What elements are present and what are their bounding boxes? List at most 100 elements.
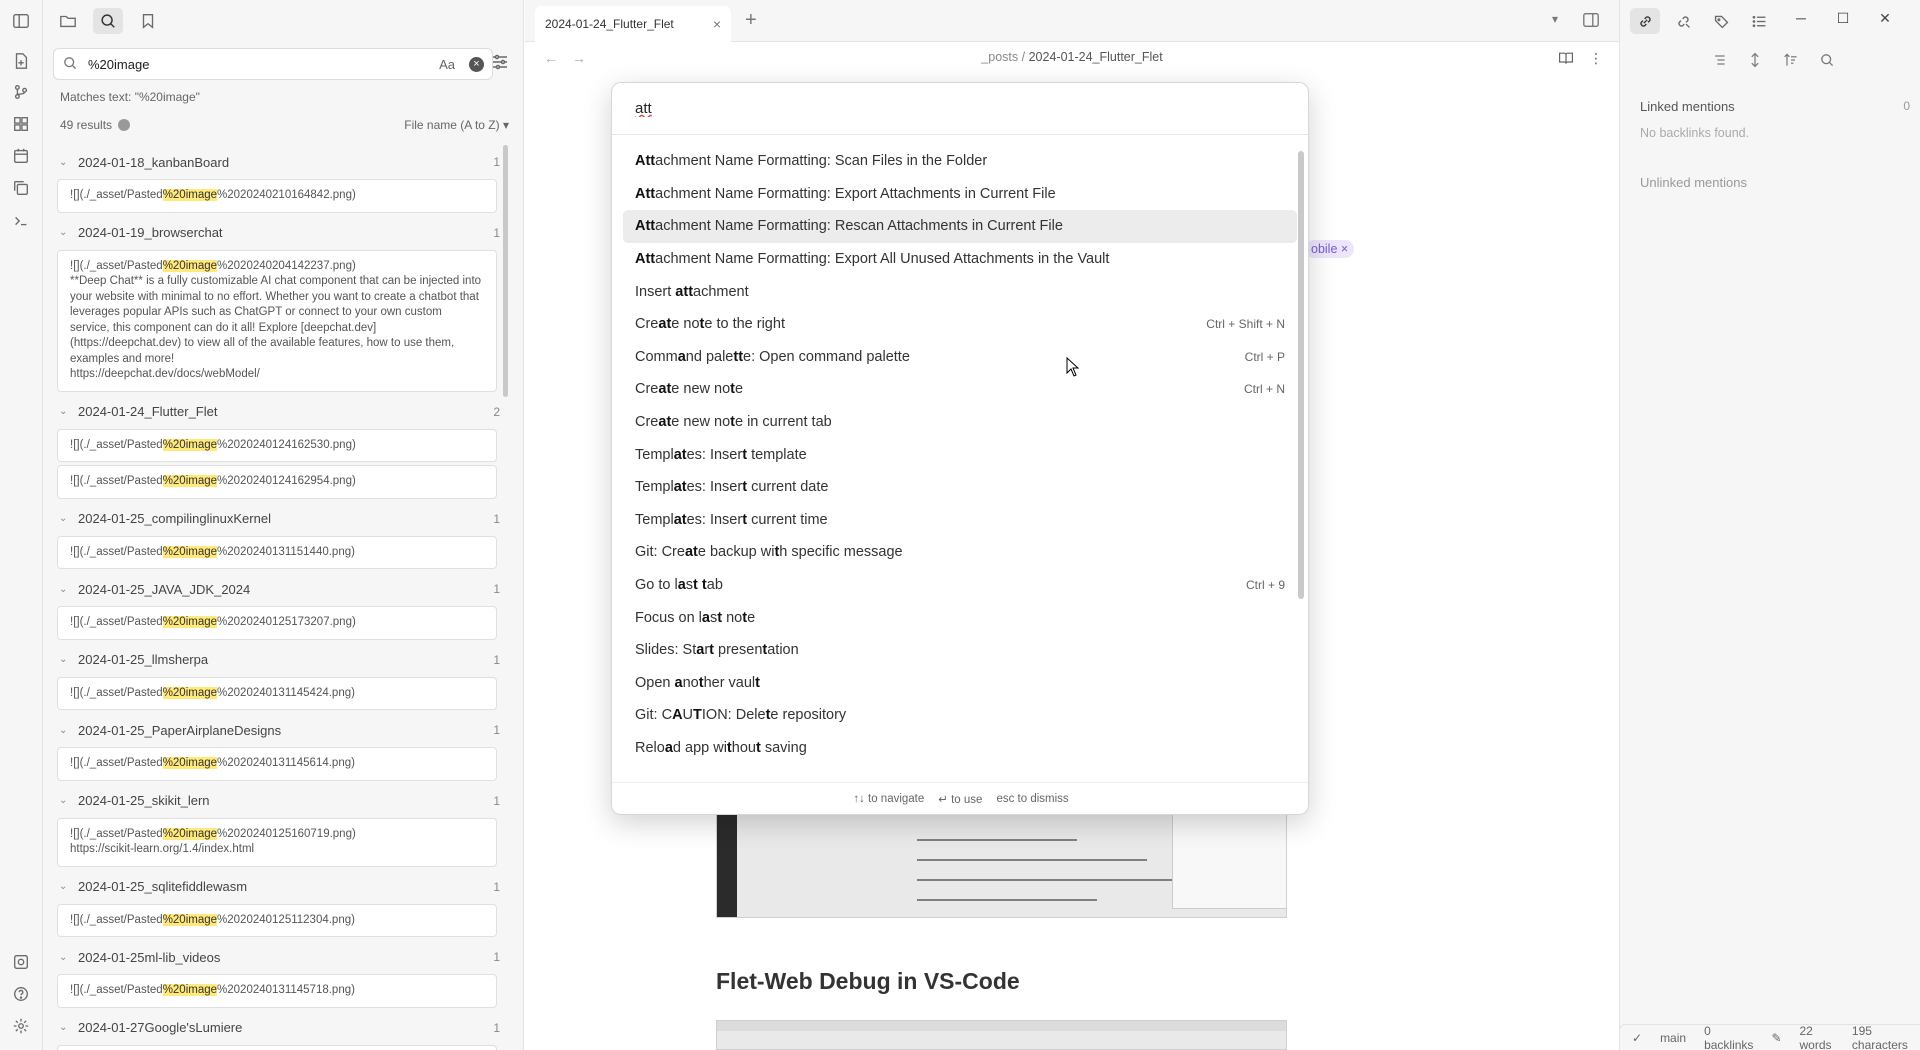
search-icon[interactable] xyxy=(1819,52,1835,71)
reading-view-icon[interactable] xyxy=(1558,50,1574,69)
bookmark-icon[interactable] xyxy=(133,8,163,34)
command-suggestion[interactable]: Reload app without saving xyxy=(623,732,1297,765)
search-match[interactable]: ![](./_asset/Pasted%20image%202024013114… xyxy=(57,1044,497,1050)
command-suggestion[interactable]: Templates: Insert template xyxy=(623,438,1297,471)
search-match[interactable]: ![](./_asset/Pasted%20image%202024012516… xyxy=(57,817,497,867)
result-group-header[interactable]: ⌄ 2024-01-25_skikit_lern 1 xyxy=(53,784,508,818)
result-group-header[interactable]: ⌄ 2024-01-24_Flutter_Flet 2 xyxy=(53,395,508,429)
git-branch[interactable]: main xyxy=(1660,1031,1686,1045)
tags-icon[interactable] xyxy=(1706,8,1736,34)
command-suggestion[interactable]: Focus on last note xyxy=(623,601,1297,634)
search-match[interactable]: ![](./_asset/Pasted%20image%202024012511… xyxy=(57,903,497,937)
search-match[interactable]: ![](./_asset/Pasted%20image%202024012416… xyxy=(57,465,497,499)
palette-input[interactable] xyxy=(635,100,1285,117)
chevron-down-icon[interactable]: ⌄ xyxy=(59,406,71,417)
result-group-header[interactable]: ⌄ 2024-01-27Google'sLumiere 1 xyxy=(53,1011,508,1045)
backlinks-icon[interactable] xyxy=(1630,8,1660,34)
show-more-context-icon[interactable] xyxy=(1747,52,1763,71)
folder-icon[interactable] xyxy=(53,8,83,34)
tag-pill[interactable]: obile × xyxy=(1305,240,1355,258)
command-suggestion[interactable]: Attachment Name Formatting: Rescan Attac… xyxy=(623,210,1297,243)
search-icon[interactable] xyxy=(93,8,123,34)
command-suggestion[interactable]: Git: Create backup with specific message xyxy=(623,536,1297,569)
copy-icon[interactable] xyxy=(10,177,32,199)
breadcrumb-folder[interactable]: _posts xyxy=(981,50,1018,64)
chevron-down-icon[interactable]: ⌄ xyxy=(59,654,71,665)
command-suggestion[interactable]: Templates: Insert current time xyxy=(623,504,1297,537)
palette-scrollbar[interactable] xyxy=(1298,151,1304,599)
results-scrollbar[interactable] xyxy=(503,145,508,397)
command-suggestion[interactable]: Slides: Start presentation xyxy=(623,634,1297,667)
right-sidebar-toggle-icon[interactable] xyxy=(1582,11,1600,32)
outline-icon[interactable] xyxy=(1744,8,1774,34)
command-suggestion[interactable]: Attachment Name Formatting: Export All U… xyxy=(623,243,1297,276)
result-group-header[interactable]: ⌄ 2024-01-25_PaperAirplaneDesigns 1 xyxy=(53,713,508,747)
sidebar-toggle-icon[interactable] xyxy=(10,10,32,32)
chevron-down-icon[interactable]: ⌄ xyxy=(59,725,71,736)
chevron-down-icon[interactable]: ⌄ xyxy=(59,227,71,238)
command-suggestion[interactable]: Go to last tab Ctrl + 9 xyxy=(623,569,1297,602)
collapse-results-icon[interactable] xyxy=(1711,52,1727,71)
vault-icon[interactable] xyxy=(10,951,32,973)
command-suggestion[interactable]: Open another vault xyxy=(623,667,1297,700)
match-case-toggle[interactable]: Aa xyxy=(439,57,455,72)
breadcrumb-file[interactable]: 2024-01-24_Flutter_Flet xyxy=(1029,50,1163,64)
chevron-down-icon[interactable]: ⌄ xyxy=(59,881,71,892)
more-options-icon[interactable]: ⋮ xyxy=(1589,50,1603,67)
minimize-icon[interactable]: ─ xyxy=(1780,10,1822,27)
calendar-icon[interactable] xyxy=(10,145,32,167)
maximize-icon[interactable]: ☐ xyxy=(1822,10,1864,27)
linked-mentions-header[interactable]: Linked mentions xyxy=(1640,99,1735,114)
close-tab-icon[interactable]: × xyxy=(713,16,721,32)
new-tab-icon[interactable]: + xyxy=(745,10,757,30)
result-group-header[interactable]: ⌄ 2024-01-25ml-lib_videos 1 xyxy=(53,940,508,974)
command-suggestion[interactable]: Insert attachment xyxy=(623,275,1297,308)
search-match[interactable]: ![](./_asset/Pasted%20image%202024012517… xyxy=(57,606,497,640)
command-suggestion[interactable]: Templates: Insert current date xyxy=(623,471,1297,504)
sort-dropdown[interactable]: File name (A to Z) ▾ xyxy=(404,118,509,132)
chevron-down-icon[interactable]: ▾ xyxy=(1552,12,1558,26)
chevron-down-icon[interactable]: ⌄ xyxy=(59,795,71,806)
command-suggestion[interactable]: Create new note Ctrl + N xyxy=(623,373,1297,406)
result-group-header[interactable]: ⌄ 2024-01-19_browserchat 1 xyxy=(53,216,508,250)
outgoing-links-icon[interactable] xyxy=(1668,8,1698,34)
file-plus-icon[interactable] xyxy=(10,50,32,72)
backlink-count[interactable]: 0 backlinks xyxy=(1704,1024,1753,1050)
settings-icon[interactable] xyxy=(10,1015,32,1037)
search-settings-icon[interactable] xyxy=(490,52,514,76)
result-group-header[interactable]: ⌄ 2024-01-25_sqlitefiddlewasm 1 xyxy=(53,870,508,904)
close-window-icon[interactable]: ✕ xyxy=(1864,10,1906,27)
command-suggestion[interactable]: Command palette: Open command palette Ctr… xyxy=(623,341,1297,374)
tab-active[interactable]: 2024-01-24_Flutter_Flet × xyxy=(535,6,731,42)
command-suggestion[interactable]: Create note to the right Ctrl + Shift + N xyxy=(623,308,1297,341)
result-group-header[interactable]: ⌄ 2024-01-25_JAVA_JDK_2024 1 xyxy=(53,572,508,606)
command-suggestion[interactable]: Attachment Name Formatting: Export Attac… xyxy=(623,178,1297,211)
chevron-down-icon[interactable]: ⌄ xyxy=(59,157,71,168)
result-group-header[interactable]: ⌄ 2024-01-25_llmsherpa 1 xyxy=(53,643,508,677)
unlinked-mentions-header[interactable]: Unlinked mentions xyxy=(1640,175,1747,190)
command-suggestion[interactable]: Create new note in current tab xyxy=(623,406,1297,439)
chevron-down-icon[interactable]: ⌄ xyxy=(59,952,71,963)
git-icon[interactable] xyxy=(10,81,32,103)
pencil-icon[interactable]: ✎ xyxy=(1771,1031,1781,1045)
result-group-header[interactable]: ⌄ 2024-01-25_compilinglinuxKernel 1 xyxy=(53,502,508,536)
command-suggestion[interactable]: Git: Add file to gitignore xyxy=(623,764,1297,770)
result-group-header[interactable]: ⌄ 2024-01-18_kanbanBoard 1 xyxy=(53,145,508,179)
sort-icon[interactable] xyxy=(1783,52,1799,71)
search-match[interactable]: ![](./_asset/Pasted%20image%202024013114… xyxy=(57,747,497,781)
terminal-icon[interactable] xyxy=(10,210,32,232)
search-match[interactable]: ![](./_asset/Pasted%20image%202024020414… xyxy=(57,249,497,392)
search-match[interactable]: ![](./_asset/Pasted%20image%202024013114… xyxy=(57,676,497,710)
help-icon[interactable] xyxy=(10,983,32,1005)
search-match[interactable]: ![](./_asset/Pasted%20image%202024013115… xyxy=(57,535,497,569)
chevron-down-icon[interactable]: ⌄ xyxy=(59,1022,71,1033)
search-input[interactable] xyxy=(88,56,440,72)
grid-icon[interactable] xyxy=(10,113,32,135)
search-match[interactable]: ![](./_asset/Pasted%20image%202024013114… xyxy=(57,974,497,1008)
search-match[interactable]: ![](./_asset/Pasted%20image%202024021016… xyxy=(57,179,497,213)
command-suggestion[interactable]: Attachment Name Formatting: Scan Files i… xyxy=(623,145,1297,178)
command-suggestion[interactable]: Git: CAUTION: Delete repository xyxy=(623,699,1297,732)
chevron-down-icon[interactable]: ⌄ xyxy=(59,584,71,595)
clear-search-icon[interactable]: × xyxy=(469,56,484,72)
info-icon[interactable] xyxy=(118,119,131,131)
